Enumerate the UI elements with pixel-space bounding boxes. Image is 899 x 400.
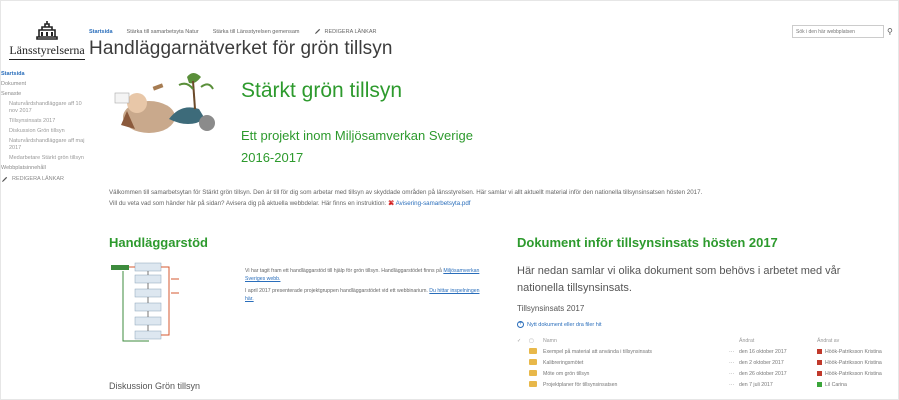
presence-icon xyxy=(817,360,822,365)
page: Länsstyrelserna Startsida Stärka till sa… xyxy=(0,0,899,400)
welcome-paragraph: Välkommen till samarbetsytan för Stärkt … xyxy=(109,189,703,196)
select-all-checkbox[interactable]: ✓ xyxy=(517,338,529,344)
row-modified-by[interactable]: Lil Carina xyxy=(825,382,847,388)
left-navigation: Startsida Dokument Senaste Naturvårdshan… xyxy=(1,71,85,186)
leftnav-item-medarbetare[interactable]: Medarbetare Stärkt grön tillsyn xyxy=(1,155,85,162)
leftnav-item-senaste[interactable]: Senaste xyxy=(1,91,85,98)
presence-icon xyxy=(817,371,822,376)
header: Länsstyrelserna Startsida Stärka till sa… xyxy=(1,1,899,67)
brand-logo[interactable]: Länsstyrelserna xyxy=(7,21,87,60)
row-modified: den 26 oktober 2017 xyxy=(739,370,787,377)
site-title[interactable]: Handläggarnätverket för grön tillsyn xyxy=(89,38,393,60)
leftnav-item-diskussion[interactable]: Diskussion Grön tillsyn xyxy=(1,128,85,135)
hero-subtitle: Ett projekt inom Miljösamverkan Sverige … xyxy=(241,125,501,169)
table-row[interactable]: Projektplaner för tillsynsinsatsen ··· d… xyxy=(517,379,889,390)
leftnav-edit-label: REDIGERA LÄNKAR xyxy=(12,176,64,182)
file-type-icon[interactable]: ▢ xyxy=(529,338,543,344)
row-modified-by[interactable]: Höök-Patriksson Kristina xyxy=(825,360,882,366)
document-table: ✓ ▢ Namn Ändrat Ändrat av Exempel på mat… xyxy=(517,335,889,390)
presence-icon xyxy=(817,382,822,387)
leftnav-item-webbplatsinnehall[interactable]: Webbplatsinnehåll xyxy=(1,165,85,172)
table-row[interactable]: Exempel på material att använda i tillsy… xyxy=(517,346,889,357)
pencil-icon xyxy=(1,176,8,183)
welcome-instruction-text: Vill du veta vad som händer här på sidan… xyxy=(109,200,387,207)
handlaggarstod-paragraph1: Vi har tagit fram ett handläggarstöd til… xyxy=(245,267,485,283)
table-row[interactable]: Kalibreringsmötet ··· den 2 oktober 2017… xyxy=(517,357,889,368)
handlaggarstod-paragraph2: I april 2017 presenterade projektgruppen… xyxy=(245,287,485,303)
more-options-icon[interactable]: ··· xyxy=(729,371,739,377)
table-row[interactable]: Möte om grön tillsyn ··· den 26 oktober … xyxy=(517,368,889,379)
new-document-label: Nytt dokument eller dra filer hit xyxy=(527,321,602,328)
table-header: ✓ ▢ Namn Ändrat Ändrat av xyxy=(517,335,889,346)
column-name[interactable]: Namn xyxy=(543,338,729,344)
folder-icon xyxy=(529,369,537,376)
section-heading-dokument: Dokument inför tillsynsinsats hösten 201… xyxy=(517,235,778,250)
topnav-item-lansstyrelsen[interactable]: Stärka till Länsstyrelsen gemensam xyxy=(213,29,300,35)
pdf-link[interactable]: Avisering-samarbetsyta.pdf xyxy=(396,200,471,207)
process-diagram-image[interactable] xyxy=(109,261,227,349)
leftnav-item-tillsynsinsats[interactable]: Tillsynsinsats 2017 xyxy=(1,118,85,125)
hero-title: Stärkt grön tillsyn xyxy=(241,79,403,102)
search-input[interactable] xyxy=(792,25,884,38)
discussion-title[interactable]: Diskussion Grön tillsyn xyxy=(109,381,200,391)
presence-icon xyxy=(817,349,822,354)
hero-illustration xyxy=(114,73,215,133)
row-modified-by[interactable]: Höök-Patriksson Kristina xyxy=(825,349,882,355)
leftnav-item-dokument[interactable]: Dokument xyxy=(1,81,85,88)
leftnav-edit-links[interactable]: REDIGERA LÄNKAR xyxy=(1,176,85,183)
handlaggarstod-p2-text: I april 2017 presenterade projektgruppen… xyxy=(245,288,428,294)
folder-icon xyxy=(529,358,537,365)
row-modified: den 7 juli 2017 xyxy=(739,381,773,388)
column-modified[interactable]: Ändrat xyxy=(739,338,817,344)
folder-icon xyxy=(529,347,537,354)
search-icon[interactable]: ⚲ xyxy=(887,27,893,36)
row-modified-by[interactable]: Höök-Patriksson Kristina xyxy=(825,371,882,377)
row-modified: den 2 oktober 2017 xyxy=(739,359,784,366)
column-modified-by[interactable]: Ändrat av xyxy=(817,338,889,344)
section-heading-handlaggarstod: Handläggarstöd xyxy=(109,235,208,250)
pencil-icon xyxy=(314,28,320,35)
folder-icon xyxy=(529,380,537,387)
handlaggarstod-p1-text: Vi har tagit fram ett handläggarstöd til… xyxy=(245,268,442,274)
handlaggarstod-text: Vi har tagit fram ett handläggarstöd til… xyxy=(245,267,485,307)
more-options-icon[interactable]: ··· xyxy=(729,382,739,388)
leftnav-item-startsida[interactable]: Startsida xyxy=(1,71,85,78)
dokument-intro: Här nedan samlar vi olika dokument som b… xyxy=(517,265,841,294)
row-modified: den 16 oktober 2017 xyxy=(739,348,787,355)
topnav-item-natur[interactable]: Stärka till samarbetsyta Natur xyxy=(127,29,199,35)
crown-icon xyxy=(36,21,58,40)
more-options-icon[interactable]: ··· xyxy=(729,360,739,366)
welcome-instruction: Vill du veta vad som händer här på sidan… xyxy=(109,198,889,209)
library-title[interactable]: Tillsynsinsats 2017 xyxy=(517,304,584,313)
row-name[interactable]: Exempel på material att använda i tillsy… xyxy=(543,349,729,355)
top-navigation: Startsida Stärka till samarbetsyta Natur… xyxy=(89,28,376,35)
topnav-edit-links[interactable]: REDIGERA LÄNKAR xyxy=(314,28,377,35)
hero-subtitle-line1: Ett projekt inom Miljösamverkan Sverige xyxy=(241,128,473,143)
pdf-icon: ⌘ xyxy=(388,200,395,207)
row-name[interactable]: Möte om grön tillsyn xyxy=(543,371,729,377)
topnav-edit-label: REDIGERA LÄNKAR xyxy=(324,28,377,35)
brand-name: Länsstyrelserna xyxy=(9,43,85,60)
leftnav-item-nov-2017[interactable]: Naturvårdshandläggare aff 10 nov 2017 xyxy=(1,101,85,115)
new-document-button[interactable]: + Nytt dokument eller dra filer hit xyxy=(517,321,602,328)
row-name[interactable]: Kalibreringsmötet xyxy=(543,360,729,366)
hero-subtitle-line2: 2016-2017 xyxy=(241,150,304,165)
more-options-icon[interactable]: ··· xyxy=(729,349,739,355)
welcome-text: Välkommen till samarbetsytan för Stärkt … xyxy=(109,187,889,209)
row-name[interactable]: Projektplaner för tillsynsinsatsen xyxy=(543,382,729,388)
plus-icon: + xyxy=(517,321,524,328)
leftnav-item-maj-2017[interactable]: Naturvårdshandläggare aff maj 2017 xyxy=(1,138,85,152)
topnav-item-home[interactable]: Startsida xyxy=(89,29,113,35)
